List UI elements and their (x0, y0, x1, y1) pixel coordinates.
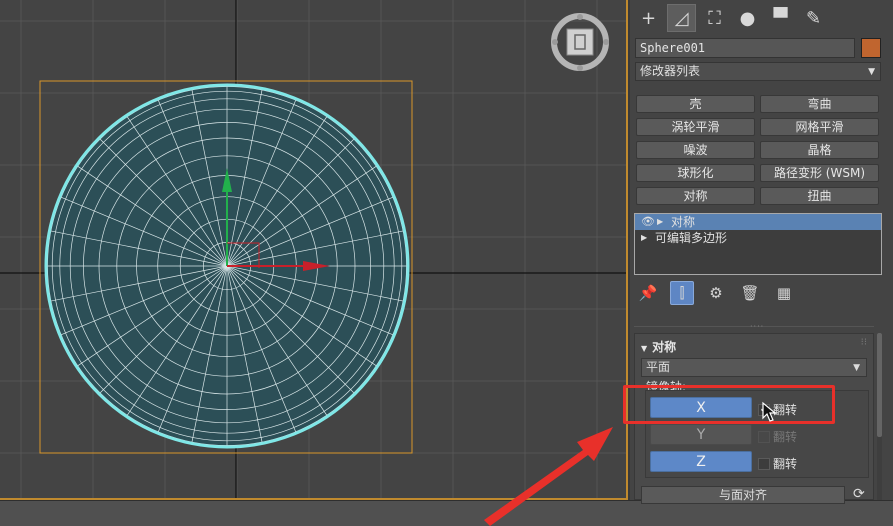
flip-y-checkbox[interactable]: 翻转 (758, 428, 797, 445)
plus-icon: + (640, 7, 657, 29)
align-to-face-button[interactable]: 与面对齐 (641, 486, 845, 504)
modifier-button-spherify[interactable]: 球形化 (636, 164, 755, 182)
modifier-button-shell[interactable]: 壳 (636, 95, 755, 113)
axis-z-button[interactable]: Z (650, 451, 752, 472)
eye-icon[interactable]: 👁 (641, 214, 657, 230)
configure-modifier-sets-icon[interactable]: ▦ (772, 281, 796, 305)
modifier-list-dropdown[interactable]: 修改器列表 ▼ (635, 62, 881, 81)
make-unique-icon[interactable]: ⚙ (704, 281, 728, 305)
scrollbar-thumb[interactable] (877, 333, 882, 437)
perspective-viewport[interactable] (0, 0, 628, 500)
display-icon: ▀ (773, 7, 788, 29)
rollout-header[interactable]: ▼ 对称 (641, 338, 676, 355)
checkbox-icon[interactable] (758, 430, 770, 443)
plane-value: 平面 (646, 360, 671, 374)
tab-display[interactable]: ▀ (766, 4, 795, 32)
flip-z-label: 翻转 (773, 457, 798, 471)
checkbox-icon[interactable] (758, 457, 770, 470)
stack-toolbar: 📌 ⫿ ⚙ 🗑 ▦ (636, 281, 876, 305)
collapse-triangle-icon: ▼ (641, 344, 648, 353)
command-panel: + ◿ ⛶ ● ▀ ✎ Sphere001 修改器列表 ▼ 壳 弯曲 涡轮平滑 … (630, 0, 893, 504)
expand-triangle-icon[interactable]: ▶ (641, 230, 655, 246)
checkbox-icon[interactable]: ✓ (758, 403, 770, 416)
rollout-grip-icon[interactable]: ⁝⁝ (861, 337, 867, 348)
modifier-button-turbosmooth[interactable]: 涡轮平滑 (636, 118, 755, 136)
object-name-field[interactable]: Sphere001 (635, 38, 855, 58)
flip-x-label: 翻转 (773, 403, 798, 417)
refresh-icon[interactable]: ⟳ (853, 486, 865, 502)
modifier-button-lattice[interactable]: 晶格 (760, 141, 879, 159)
tab-modify[interactable]: ◿ (667, 4, 696, 32)
modifier-button-meshsmooth[interactable]: 网格平滑 (760, 118, 879, 136)
viewcube-icon[interactable] (550, 12, 610, 72)
flip-x-checkbox[interactable]: ✓ 翻转 (758, 401, 797, 418)
rollout-title: 对称 (652, 340, 677, 354)
object-color-swatch[interactable] (861, 38, 881, 58)
dropdown-arrow-icon: ▼ (853, 363, 860, 373)
tab-create[interactable]: + (634, 4, 663, 32)
mirror-axis-group: X ✓ 翻转 Y 翻转 Z 翻转 (645, 390, 869, 478)
modifier-button-symmetry[interactable]: 对称 (636, 187, 755, 205)
motion-icon: ● (739, 7, 756, 29)
modifier-sets-grid: 壳 弯曲 涡轮平滑 网格平滑 噪波 晶格 球形化 路径变形 (WSM) 对称 扭… (636, 95, 882, 205)
expand-triangle-icon[interactable]: ▶ (657, 214, 671, 230)
modifier-list-label: 修改器列表 (640, 64, 701, 78)
utilities-icon: ✎ (805, 7, 822, 29)
symmetry-rollout: ▼ 对称 ⁝⁝ 平面 ▼ 镜像轴: X ✓ 翻转 Y 翻转 Z 翻转 与面对齐 … (634, 333, 874, 504)
viewport-canvas[interactable] (0, 0, 628, 500)
flip-y-label: 翻转 (773, 430, 798, 444)
show-end-result-icon[interactable]: ⫿ (670, 281, 694, 305)
hierarchy-icon: ⛶ (708, 7, 721, 29)
pin-stack-icon[interactable]: 📌 (636, 281, 660, 305)
stack-item-label: 对称 (671, 215, 696, 229)
modify-icon: ◿ (674, 7, 689, 29)
modifier-stack: 👁 ▶ 对称 ▶ 可编辑多边形 (634, 213, 882, 275)
modifier-button-bend[interactable]: 弯曲 (760, 95, 879, 113)
axis-x-button[interactable]: X (650, 397, 752, 418)
stack-item-editable-poly[interactable]: ▶ 可编辑多边形 (635, 230, 881, 246)
modifier-button-noise[interactable]: 噪波 (636, 141, 755, 159)
tab-hierarchy[interactable]: ⛶ (700, 4, 729, 32)
flip-z-checkbox[interactable]: 翻转 (758, 455, 797, 472)
divider-grip-icon[interactable]: ···· (750, 322, 764, 331)
stack-item-symmetry[interactable]: 👁 ▶ 对称 (635, 214, 881, 230)
dropdown-arrow-icon: ▼ (868, 67, 875, 77)
stack-item-label: 可编辑多边形 (655, 231, 728, 245)
command-panel-tabs: + ◿ ⛶ ● ▀ ✎ (630, 4, 893, 32)
trash-icon[interactable]: 🗑 (738, 281, 762, 305)
tab-motion[interactable]: ● (733, 4, 762, 32)
modifier-button-pathdeform[interactable]: 路径变形 (WSM) (760, 164, 879, 182)
axis-y-button[interactable]: Y (650, 424, 752, 445)
plane-dropdown[interactable]: 平面 ▼ (641, 358, 867, 377)
tab-utilities[interactable]: ✎ (799, 4, 828, 32)
panel-scrollbar[interactable] (877, 333, 882, 500)
modifier-button-twist[interactable]: 扭曲 (760, 187, 879, 205)
